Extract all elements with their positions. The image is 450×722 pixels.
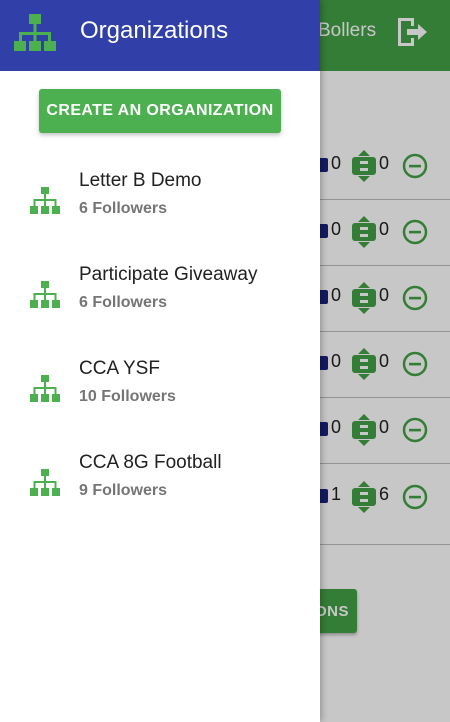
organization-icon	[14, 14, 56, 51]
organization-followers: 6 Followers	[79, 294, 168, 311]
organization-name: CCA 8G Football	[79, 452, 222, 473]
organization-followers: 10 Followers	[79, 388, 176, 405]
organization-icon	[30, 375, 60, 402]
organization-item[interactable]: Participate Giveaway 6 Followers	[0, 248, 320, 342]
organization-item[interactable]: CCA YSF 10 Followers	[0, 342, 320, 436]
organization-icon	[30, 281, 60, 308]
organization-name: Letter B Demo	[79, 170, 202, 191]
organization-icon	[30, 187, 60, 214]
organization-name: Participate Giveaway	[79, 264, 258, 285]
create-organization-button[interactable]: CREATE AN ORGANIZATION	[39, 89, 281, 133]
organization-followers: 6 Followers	[79, 200, 168, 217]
drawer-title: Organizations	[80, 17, 229, 44]
organization-name: CCA YSF	[79, 358, 160, 379]
organization-icon	[30, 469, 60, 496]
drawer-header: Organizations	[0, 0, 320, 71]
organization-followers: 9 Followers	[79, 482, 168, 499]
organization-item[interactable]: CCA 8G Football 9 Followers	[0, 436, 320, 530]
organization-item[interactable]: Letter B Demo 6 Followers	[0, 154, 320, 248]
navigation-drawer: Organizations CREATE AN ORGANIZATION Let…	[0, 0, 320, 722]
